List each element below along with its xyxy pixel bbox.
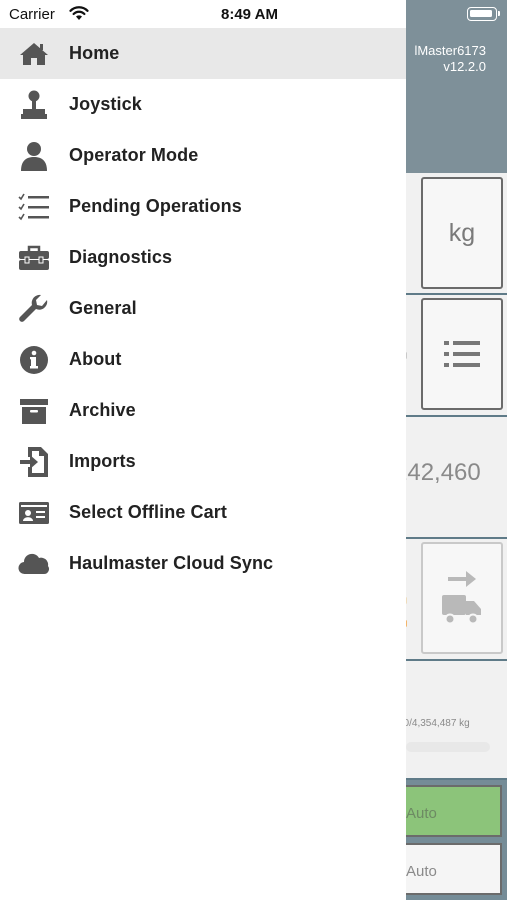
app-header [406,0,507,173]
menu-item-home[interactable]: Home [0,28,406,79]
menu-label: Diagnostics [69,247,173,267]
checklist-icon [17,190,51,224]
menu-item-imports[interactable]: Imports [0,436,406,487]
cloud-icon [17,547,51,581]
menu-label: Joystick [69,94,142,114]
person-icon [17,139,51,173]
menu-item-diagnostics[interactable]: Diagnostics [0,232,406,283]
menu-label: Haulmaster Cloud Sync [69,553,274,573]
battery-icon [467,7,497,21]
weight-readout: 242,460 [394,459,481,486]
menu-item-general[interactable]: General [0,283,406,334]
clock: 8:49 AM [221,6,278,23]
total-progress-bar [406,742,490,752]
wifi-icon [69,6,89,20]
device-name: lMaster6173 [414,43,486,58]
battery-tip [498,11,500,16]
menu-label: Select Offline Cart [69,502,227,522]
total-readout: 00/4,354,487 kg [398,718,470,729]
truck-button[interactable] [421,542,503,654]
unit-button[interactable]: kg [421,177,503,289]
wrench-icon [17,292,51,326]
menu-label: Imports [69,451,136,471]
menu-item-pending-operations[interactable]: Pending Operations [0,181,406,232]
carrier-label: Carrier [9,6,55,23]
menu-label: Pending Operations [69,196,242,216]
home-icon [17,37,51,71]
import-icon [17,445,51,479]
auto-button-1[interactable]: Auto [406,785,502,837]
status-bar: Carrier 8:49 AM [0,0,406,28]
list-button[interactable] [421,298,503,410]
toolbox-icon [17,241,51,275]
unit-label: kg [448,218,476,247]
menu-item-select-offline-cart[interactable]: Select Offline Cart [0,487,406,538]
menu-item-haulmaster-cloud-sync[interactable]: Haulmaster Cloud Sync [0,538,406,589]
menu-label: General [69,298,137,318]
info-icon [17,343,51,377]
auto-button-2[interactable]: Auto [406,843,502,895]
joystick-icon [17,88,51,122]
navigation-drawer: Home Joystick Operator Mode Pending Oper… [0,28,406,900]
arrow-right-icon [448,571,476,587]
truck-icon [442,595,481,625]
menu-item-joystick[interactable]: Joystick [0,79,406,130]
list-icon [444,341,480,367]
menu-label: Archive [69,400,136,420]
menu-label: Home [69,43,120,63]
menu-label: About [69,349,122,369]
menu-item-operator-mode[interactable]: Operator Mode [0,130,406,181]
id-card-icon [17,496,51,530]
menu-item-archive[interactable]: Archive [0,385,406,436]
menu-item-about[interactable]: About [0,334,406,385]
app-version: v12.2.0 [443,59,486,74]
archive-icon [17,394,51,428]
menu-label: Operator Mode [69,145,199,165]
